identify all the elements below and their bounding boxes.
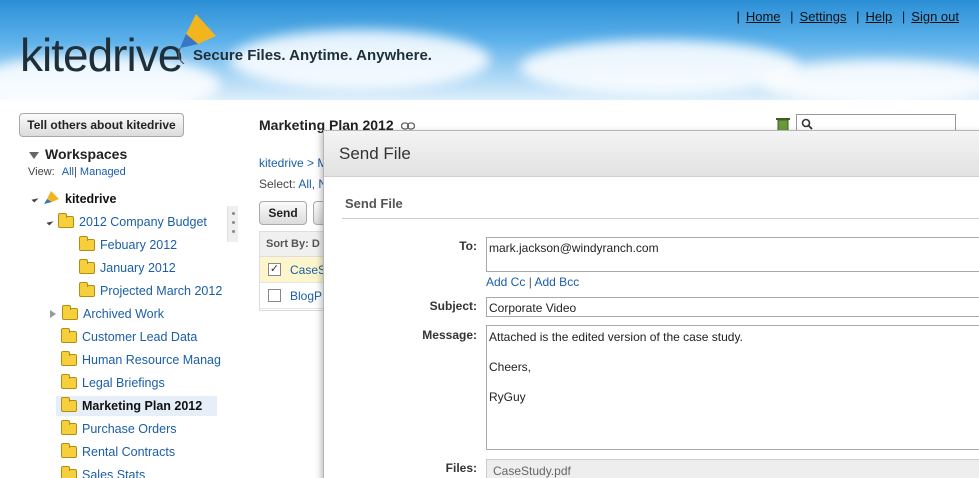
tree-root-label: kitedrive xyxy=(65,192,117,206)
message-field[interactable]: Attached is the edited version of the ca… xyxy=(486,325,979,450)
tree-item-label: Projected March 2012 xyxy=(100,284,223,298)
folder-icon xyxy=(62,305,78,320)
message-line: RyGuy xyxy=(489,390,526,404)
cloud-decoration xyxy=(760,60,979,100)
divider xyxy=(342,218,979,219)
collapse-triangle-icon[interactable] xyxy=(29,151,39,159)
add-separator: | xyxy=(528,275,532,289)
folder-icon xyxy=(61,443,77,458)
tree-item-label: Purchase Orders xyxy=(82,422,177,436)
kitedrive-logo[interactable]: kitedrive xyxy=(20,28,183,82)
message-label: Message: xyxy=(422,328,477,342)
workspaces-title: Workspaces xyxy=(45,146,128,162)
tell-others-button[interactable]: Tell others about kitedrive xyxy=(19,113,184,137)
tree-item-rental-contracts[interactable]: Rental Contracts xyxy=(61,442,175,462)
tree-item-label: Customer Lead Data xyxy=(82,330,198,344)
tagline: Secure Files. Anytime. Anywhere. xyxy=(193,47,432,64)
tree-item-projected-march-2012[interactable]: Projected March 2012 xyxy=(79,281,222,301)
file-row[interactable]: BlogP xyxy=(260,283,328,309)
file-name[interactable]: BlogP xyxy=(290,289,322,303)
attached-files-field: CaseStudy.pdf xyxy=(486,459,979,478)
message-line: Cheers, xyxy=(489,360,532,374)
subject-label: Subject: xyxy=(429,299,477,313)
tree-item-purchase-orders[interactable]: Purchase Orders xyxy=(61,419,176,439)
workspaces-heading[interactable]: Workspaces xyxy=(29,146,127,162)
expand-open-icon[interactable] xyxy=(31,195,39,203)
subject-field[interactable]: Corporate Video xyxy=(486,297,979,317)
select-filter: Select: All, N xyxy=(259,177,327,191)
tree-item-label: Febuary 2012 xyxy=(100,238,178,252)
nav-home-link[interactable]: Home xyxy=(746,9,781,24)
folder-icon xyxy=(79,236,95,251)
cloud-decoration xyxy=(520,40,800,95)
tree-item-label: Human Resource Manag xyxy=(82,353,221,367)
view-managed-link[interactable]: Managed xyxy=(80,166,126,178)
message-line: Attached is the edited version of the ca… xyxy=(489,330,743,344)
folder-icon xyxy=(79,282,95,297)
expand-open-icon[interactable] xyxy=(46,218,54,226)
folder-icon xyxy=(61,328,77,343)
to-label: To: xyxy=(459,239,477,253)
file-checkbox[interactable] xyxy=(268,289,281,302)
tree-item-sales-stats[interactable]: Sales Stats xyxy=(61,465,145,478)
tree-item-label: Archived Work xyxy=(83,307,165,321)
tree-item-archived-work[interactable]: Archived Work xyxy=(50,304,164,324)
sidebar-splitter[interactable] xyxy=(227,206,238,242)
nav-signout-link[interactable]: Sign out xyxy=(911,9,959,24)
nav-settings-link[interactable]: Settings xyxy=(800,9,847,24)
top-nav: | Home | Settings | Help | Sign out xyxy=(736,9,959,24)
tree-item-legal-briefings[interactable]: Legal Briefings xyxy=(61,373,165,393)
folder-icon xyxy=(61,466,77,478)
header-banner: kitedrive Secure Files. Anytime. Anywher… xyxy=(0,0,979,100)
send-button[interactable]: Send xyxy=(259,201,307,225)
tree-item-label: January 2012 xyxy=(100,261,176,275)
workspace-view-filter: View: All| Managed xyxy=(28,166,126,178)
files-label: Files: xyxy=(445,461,477,475)
tree-item-label: Rental Contracts xyxy=(82,445,176,459)
add-cc-link[interactable]: Add Cc xyxy=(486,275,525,289)
expand-closed-icon[interactable] xyxy=(50,310,56,318)
search-icon xyxy=(801,118,813,130)
tree-item-customer-lead-data[interactable]: Customer Lead Data xyxy=(61,327,197,347)
tree-item-febuary-2012[interactable]: Febuary 2012 xyxy=(79,235,177,255)
folder-icon xyxy=(58,213,74,228)
kitedrive-root-icon xyxy=(44,191,59,204)
send-file-dialog: Send File Send File To: mark.jackson@win… xyxy=(323,130,979,478)
add-bcc-link[interactable]: Add Bcc xyxy=(535,275,580,289)
file-checkbox-checked[interactable]: ✓ xyxy=(268,263,281,276)
select-label: Select: xyxy=(259,177,296,191)
to-field[interactable]: mark.jackson@windyranch.com xyxy=(486,237,979,272)
view-all-link[interactable]: All xyxy=(62,166,74,178)
tree-item-label: 2012 Company Budget xyxy=(79,215,207,229)
folder-icon xyxy=(61,420,77,435)
file-name[interactable]: CaseS xyxy=(290,263,326,277)
tree-item-label: Marketing Plan 2012 xyxy=(82,399,203,413)
tree-item-january-2012[interactable]: January 2012 xyxy=(79,258,176,278)
file-list: Sort By: D ✓ CaseS BlogP xyxy=(259,231,329,311)
tree-item-2012-company-budget[interactable]: 2012 Company Budget xyxy=(46,212,207,232)
add-cc-bcc: Add Cc | Add Bcc xyxy=(486,275,579,289)
sort-by-header[interactable]: Sort By: D xyxy=(260,232,328,257)
folder-icon xyxy=(61,374,77,389)
breadcrumb[interactable]: kitedrive > M xyxy=(259,156,327,170)
tree-root-kitedrive[interactable]: kitedrive xyxy=(31,189,117,209)
nav-help-link[interactable]: Help xyxy=(866,9,893,24)
view-label: View: xyxy=(28,166,55,178)
dialog-subtitle: Send File xyxy=(345,196,403,211)
tree-item-marketing-plan-2012[interactable]: Marketing Plan 2012 xyxy=(56,396,217,416)
folder-icon xyxy=(61,397,77,412)
folder-icon xyxy=(79,259,95,274)
tree-item-label: Sales Stats xyxy=(82,468,146,478)
folder-icon xyxy=(61,351,77,366)
dialog-title: Send File xyxy=(324,131,979,177)
tree-item-label: Legal Briefings xyxy=(82,376,165,390)
tree-item-human-resource[interactable]: Human Resource Manag xyxy=(61,350,221,370)
file-row[interactable]: ✓ CaseS xyxy=(260,257,328,283)
